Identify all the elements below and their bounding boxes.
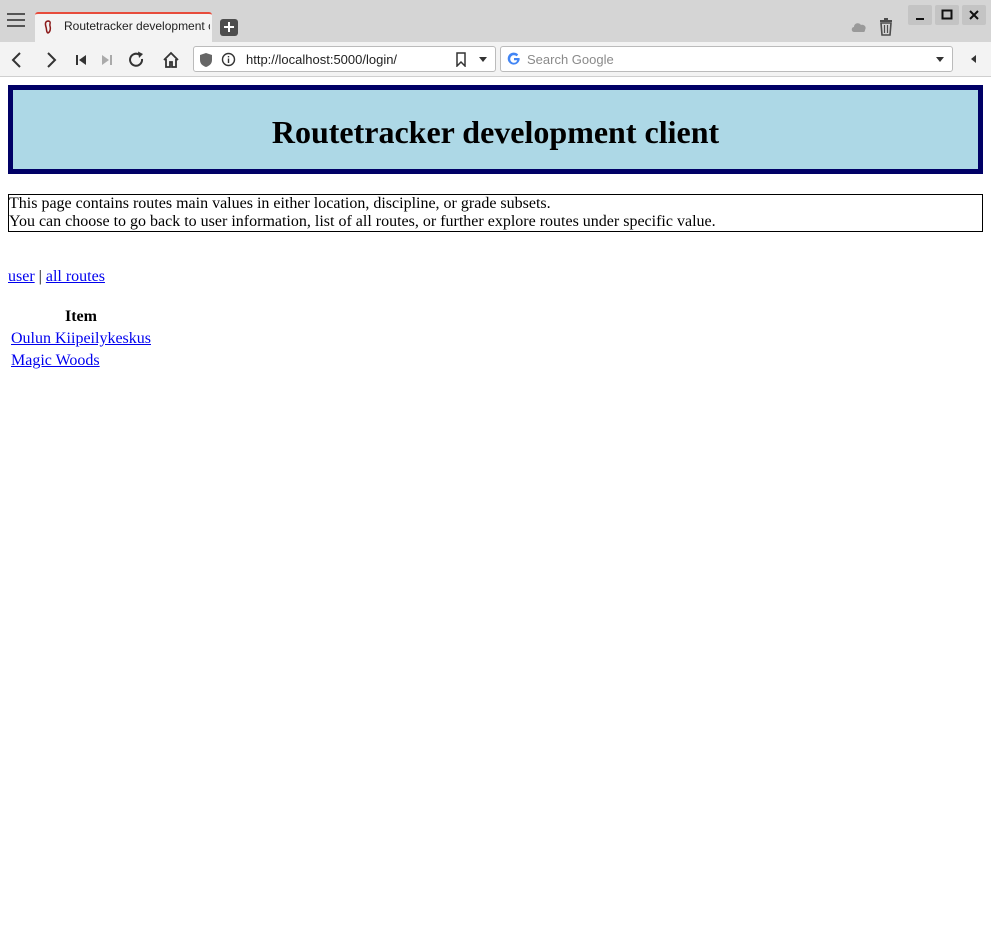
favicon-icon (44, 20, 52, 34)
description-line-2: You can choose to go back to user inform… (9, 213, 716, 230)
bookmark-icon[interactable] (455, 52, 467, 67)
item-link-magic-woods[interactable]: Magic Woods (11, 352, 100, 369)
items-table: Item Oulun Kiipeilykeskus Magic Woods (8, 305, 154, 373)
page-header: Routetracker development client (8, 85, 983, 174)
all-routes-link[interactable]: all routes (46, 268, 105, 285)
chevron-down-icon[interactable] (478, 56, 488, 64)
user-link[interactable]: user (8, 268, 35, 285)
shield-icon[interactable] (199, 52, 213, 68)
forward-icon[interactable] (42, 51, 60, 69)
page-nav-links: user | all routes (8, 268, 105, 286)
tab-bar: Routetracker development client (0, 0, 991, 42)
minimize-button[interactable] (908, 5, 932, 25)
tab-title: Routetracker development client (64, 19, 210, 33)
url-bar[interactable]: http://localhost:5000/login/ (193, 46, 496, 72)
new-tab-button[interactable] (220, 19, 238, 36)
back-icon[interactable] (8, 51, 26, 69)
browser-tab[interactable]: Routetracker development client (35, 12, 212, 42)
reload-icon[interactable] (128, 51, 146, 69)
table-row: Magic Woods (10, 351, 152, 371)
navigation-toolbar: http://localhost:5000/login/ (0, 42, 991, 77)
info-icon[interactable] (221, 52, 236, 67)
page-title: Routetracker development client (271, 114, 720, 150)
skip-back-icon[interactable] (72, 51, 90, 69)
trash-icon[interactable] (878, 18, 894, 36)
minimize-icon (916, 18, 924, 20)
table-header-row: Item (10, 307, 152, 327)
close-icon (969, 10, 979, 20)
maximize-icon (941, 9, 953, 20)
maximize-button[interactable] (935, 5, 959, 25)
table-cell: Oulun Kiipeilykeskus (10, 329, 152, 349)
search-input[interactable] (527, 50, 917, 68)
skip-forward-icon[interactable] (98, 51, 116, 69)
table-cell: Magic Woods (10, 351, 152, 371)
item-link-oulun-kiipeilykeskus[interactable]: Oulun Kiipeilykeskus (11, 330, 151, 347)
home-icon[interactable] (162, 51, 180, 69)
description-line-1: This page contains routes main values in… (9, 195, 551, 212)
sidebar-toggle-icon[interactable] (969, 54, 977, 64)
cloud-icon[interactable] (850, 20, 868, 34)
search-bar[interactable] (500, 46, 953, 72)
description-box: This page contains routes main values in… (8, 194, 983, 232)
nav-separator: | (38, 268, 42, 285)
hamburger-menu-icon[interactable] (7, 13, 25, 27)
close-window-button[interactable] (962, 5, 986, 25)
item-column-header: Item (65, 308, 97, 325)
search-engine-dropdown-icon[interactable] (935, 56, 945, 64)
google-icon (507, 52, 520, 65)
url-text[interactable]: http://localhost:5000/login/ (246, 52, 397, 67)
table-row: Oulun Kiipeilykeskus (10, 329, 152, 349)
